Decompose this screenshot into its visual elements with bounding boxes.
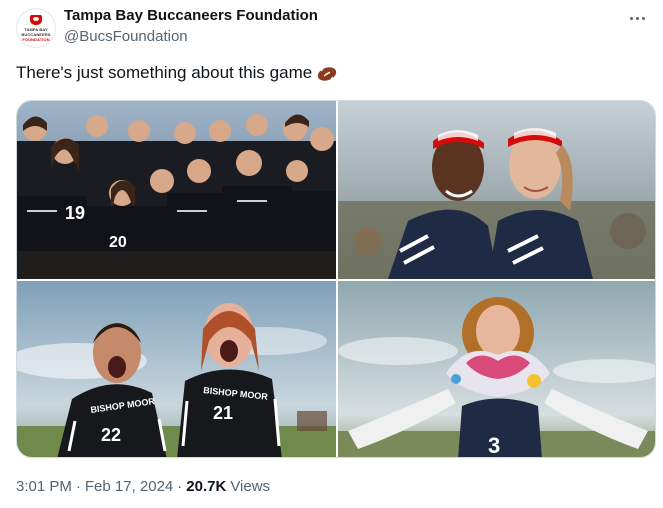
buccaneers-flag-icon [30,14,42,25]
dot-icon [635,16,639,20]
meta-separator: · [177,478,183,495]
photo-two-players-back-to-back[interactable] [338,101,655,279]
more-options-button[interactable] [627,8,647,28]
photo-player-heart-hands[interactable]: 3 [338,281,655,458]
photo-team-group[interactable]: 19 20 [17,101,336,279]
tweet-text: There's just something about this game [16,63,337,83]
author-handle[interactable]: @BucsFoundation [64,28,188,45]
tweet-text-body: There's just something about this game [16,63,313,82]
american-football-emoji-icon [317,66,337,81]
views-label: Views [230,478,271,495]
author-name[interactable]: Tampa Bay Buccaneers Foundation [64,7,318,24]
avatar-text-line: FOUNDATION [22,36,50,42]
jersey-number: 3 [488,433,500,458]
jersey-number: 20 [109,234,127,251]
dot-icon [641,16,645,20]
jersey-number: 19 [65,203,85,223]
jersey-number: 21 [213,403,233,423]
jersey-number: 22 [101,425,121,445]
dot-icon [629,16,633,20]
photo-two-players-shouting[interactable]: BISHOP MOOR 22 BISHOP MOOR 21 [17,281,336,457]
avatar[interactable]: TAMPA BAY BUCCANEERS FOUNDATION [16,8,56,48]
views-count: 20.7K [186,478,227,495]
tweet-time[interactable]: 3:01 PM [16,478,72,495]
tweet-meta: 3:01 PM · Feb 17, 2024 · 20.7K Views [16,478,270,495]
tweet-date[interactable]: Feb 17, 2024 [85,478,173,495]
meta-separator: · [75,478,81,495]
media-grid: 19 20 BISHOP MOOR 22 BISHOP MOOR 21 3 [16,100,656,458]
